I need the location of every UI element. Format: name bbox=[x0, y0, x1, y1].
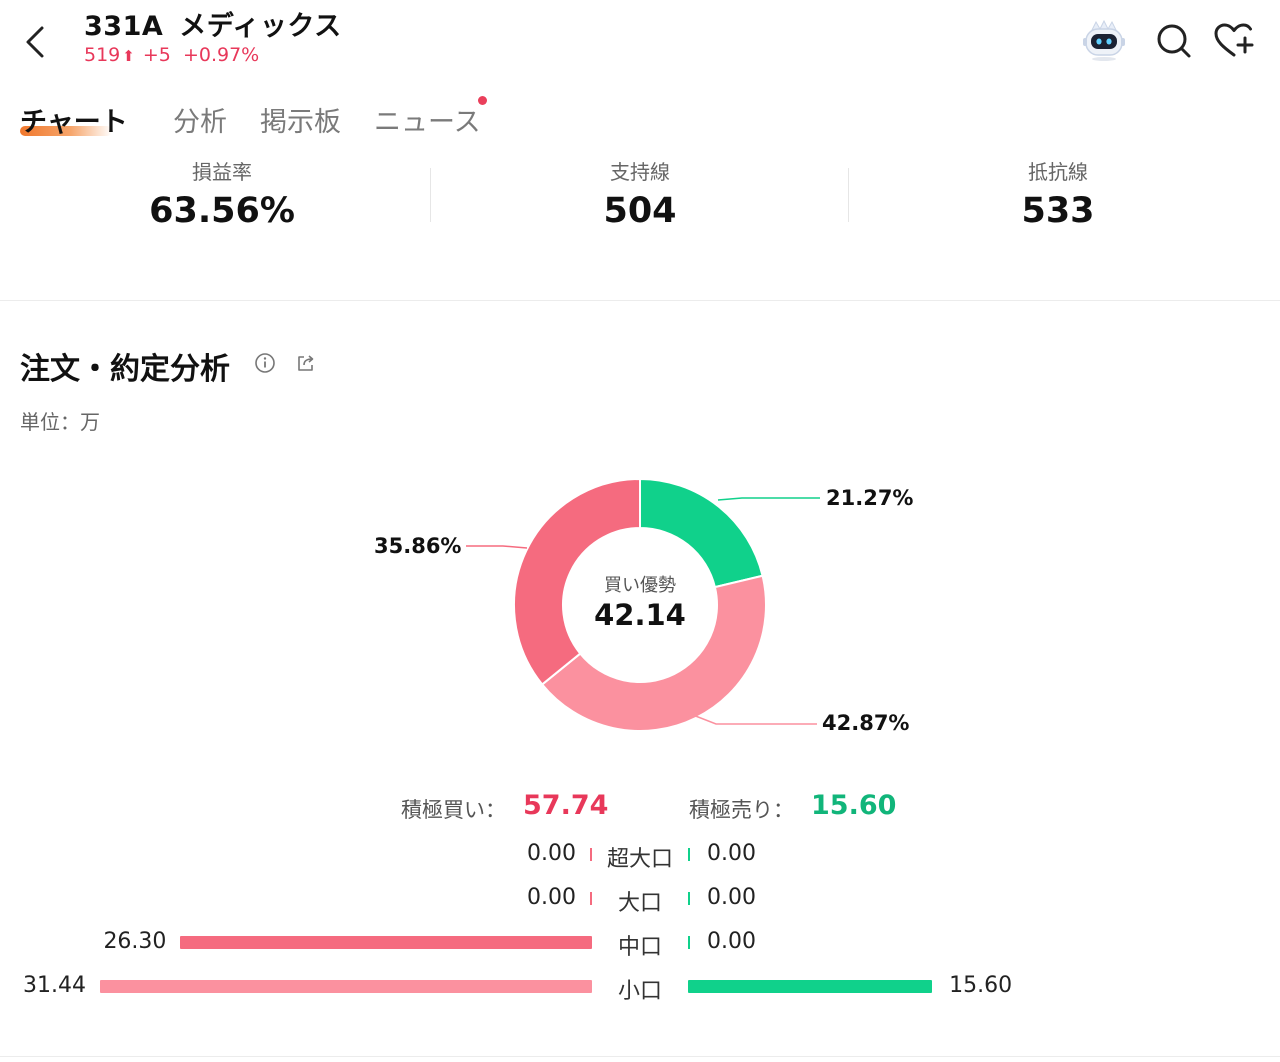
tab-news[interactable]: ニュース bbox=[374, 100, 481, 139]
buy-value: 0.00 bbox=[527, 841, 576, 866]
share-icon[interactable] bbox=[295, 352, 317, 374]
price-quote: 519 ⬆ +5 +0.97% bbox=[84, 44, 259, 66]
sell-value: 15.60 bbox=[949, 973, 1013, 998]
slice-label-buy-large: 35.86% bbox=[374, 534, 462, 558]
donut-center-value: 42.14 bbox=[594, 598, 686, 632]
robot-assistant-icon[interactable] bbox=[1081, 18, 1127, 64]
up-arrow-icon: ⬆ bbox=[122, 47, 135, 65]
price: 519 bbox=[84, 44, 121, 66]
news-badge-dot bbox=[478, 96, 487, 105]
company-name: メディックス bbox=[179, 11, 342, 42]
buy-value: 0.00 bbox=[527, 885, 576, 910]
active-sell-value: 15.60 bbox=[811, 790, 897, 821]
sell-tick bbox=[688, 892, 690, 905]
section-divider bbox=[0, 300, 1280, 301]
active-buy-value: 57.74 bbox=[523, 790, 609, 821]
sell-value: 0.00 bbox=[707, 885, 756, 910]
info-icon[interactable] bbox=[254, 352, 276, 374]
unit-label: 単位：万 bbox=[20, 410, 100, 434]
ticker: 331A bbox=[84, 11, 164, 42]
buy-value: 31.44 bbox=[23, 973, 86, 998]
stat-support-line: 支持線 504 bbox=[430, 156, 850, 231]
back-chevron-icon[interactable] bbox=[18, 22, 58, 62]
row-label: 超大口 bbox=[606, 847, 673, 872]
buy-bar bbox=[180, 936, 592, 949]
stat-label: 抵抗線 bbox=[1028, 160, 1088, 184]
sell-value: 0.00 bbox=[707, 841, 756, 866]
buy-tick bbox=[590, 892, 592, 905]
stock-title: 331A メディックス bbox=[84, 4, 342, 43]
slice-label-buy-small: 42.87% bbox=[822, 711, 910, 735]
tab-chart[interactable]: チャート bbox=[20, 100, 128, 139]
search-icon[interactable] bbox=[1151, 18, 1197, 64]
sell-value: 0.00 bbox=[707, 929, 756, 954]
active-sell-label: 積極売り： bbox=[689, 798, 794, 822]
sell-bar bbox=[688, 980, 933, 993]
buy-bar bbox=[100, 980, 592, 993]
row-label: 小口 bbox=[617, 979, 662, 1004]
price-change: +5 bbox=[142, 44, 171, 66]
tab-board[interactable]: 掲示板 bbox=[260, 100, 341, 139]
row-label: 中口 bbox=[617, 935, 662, 960]
stat-resistance-line: 抵抗線 533 bbox=[848, 156, 1268, 231]
bottom-divider bbox=[0, 1056, 1280, 1057]
tab-analysis[interactable]: 分析 bbox=[173, 100, 227, 139]
favorite-add-icon[interactable] bbox=[1211, 18, 1257, 64]
stat-value: 533 bbox=[1021, 191, 1095, 231]
stat-label: 損益率 bbox=[192, 160, 252, 184]
row-label: 大口 bbox=[617, 891, 662, 916]
stat-label: 支持線 bbox=[610, 160, 670, 184]
buy-value: 26.30 bbox=[103, 929, 167, 954]
active-buy-label: 積極買い： bbox=[401, 798, 506, 822]
sell-tick bbox=[688, 936, 690, 949]
stat-value: 63.56% bbox=[149, 191, 295, 231]
stat-profit-rate: 損益率 63.56% bbox=[12, 156, 432, 231]
donut-center-label: 買い優勢 bbox=[604, 575, 676, 596]
buy-tick bbox=[590, 848, 592, 861]
section-title: 注文・約定分析 bbox=[20, 352, 230, 387]
sell-tick bbox=[688, 848, 690, 861]
price-change-pct: +0.97% bbox=[182, 44, 260, 66]
stat-value: 504 bbox=[603, 191, 677, 231]
slice-label-sell: 21.27% bbox=[826, 486, 914, 510]
